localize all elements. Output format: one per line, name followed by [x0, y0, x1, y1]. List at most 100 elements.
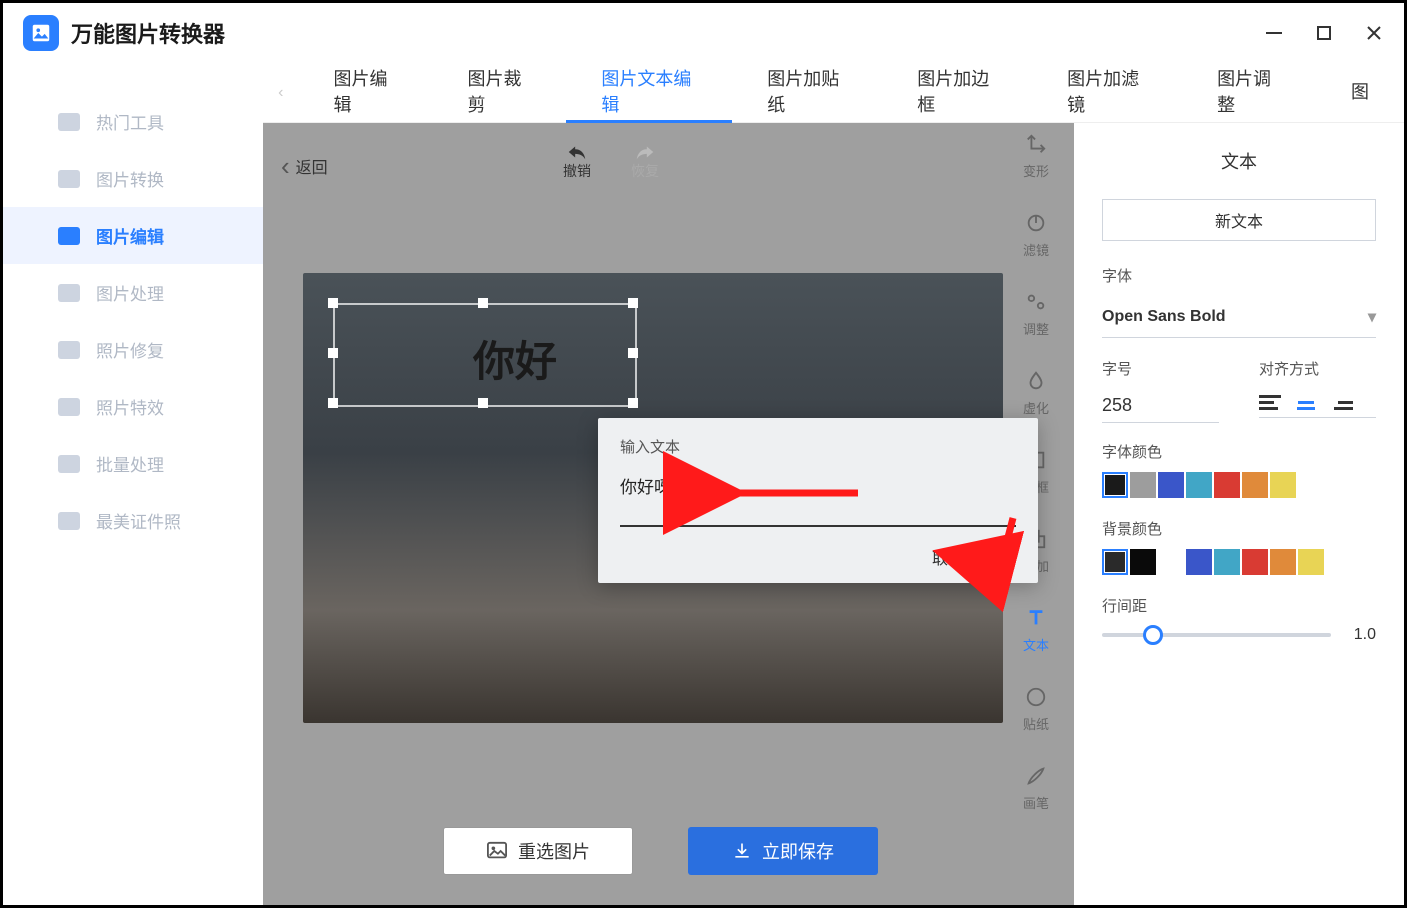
color-swatch[interactable]	[1102, 549, 1128, 575]
dialog-title: 输入文本	[620, 436, 1016, 457]
undo-redo-group: 撤销 恢复	[563, 143, 659, 181]
undo-label: 撤销	[563, 161, 591, 181]
sidebar-item-hot[interactable]: 热门工具	[3, 93, 263, 150]
color-swatch[interactable]	[1298, 549, 1324, 575]
sidebar-label: 图片编辑	[96, 223, 164, 248]
sidebar-label: 热门工具	[96, 109, 164, 134]
slider-thumb[interactable]	[1143, 625, 1163, 645]
reselect-button[interactable]: 重选图片	[443, 827, 633, 875]
transform-icon	[1025, 133, 1047, 155]
chevron-down-icon: ▾	[1368, 307, 1376, 327]
batch-icon	[58, 455, 80, 473]
bg-color-label: 背景颜色	[1102, 518, 1376, 539]
tool-sticker[interactable]: 贴纸	[1023, 686, 1049, 733]
tab-crop[interactable]: 图片裁剪	[432, 63, 566, 123]
sidebar-item-process[interactable]: 图片处理	[3, 264, 263, 321]
tab-more[interactable]: 图	[1316, 63, 1404, 123]
sidebar-item-idphoto[interactable]: 最美证件照	[3, 492, 263, 549]
tool-brush[interactable]: 画笔	[1023, 765, 1049, 812]
tab-scroll-left[interactable]: ‹	[263, 84, 299, 102]
bg-color-swatches	[1102, 549, 1376, 575]
tab-sticker[interactable]: 图片加贴纸	[732, 63, 882, 123]
hot-icon	[58, 113, 80, 131]
sidebar-item-repair[interactable]: 照片修复	[3, 321, 263, 378]
redo-icon	[634, 143, 656, 161]
undo-button[interactable]: 撤销	[563, 143, 591, 181]
tab-adjust[interactable]: 图片调整	[1182, 63, 1316, 123]
dialog-cancel-button[interactable]: 取消	[932, 545, 964, 569]
font-label: 字体	[1102, 265, 1376, 286]
sidebar-label: 最美证件照	[96, 508, 181, 533]
brush-icon	[1025, 765, 1047, 787]
right-panel: 文本 新文本 字体 Open Sans Bold ▾ 字号 258 对齐方式 字…	[1074, 123, 1404, 905]
tool-adjust[interactable]: 调整	[1023, 291, 1049, 338]
app-logo	[23, 15, 59, 51]
font-select[interactable]: Open Sans Bold ▾	[1102, 296, 1376, 338]
sidebar-item-edit[interactable]: 图片编辑	[3, 207, 263, 264]
edit-icon	[58, 227, 80, 245]
font-color-label: 字体颜色	[1102, 441, 1376, 462]
tab-text[interactable]: 图片文本编辑	[566, 63, 732, 123]
line-spacing-slider[interactable]	[1102, 633, 1331, 637]
redo-label: 恢复	[631, 161, 659, 181]
close-button[interactable]	[1364, 23, 1384, 43]
adjust-icon	[1025, 291, 1047, 313]
tab-filter[interactable]: 图片加滤镜	[1032, 63, 1182, 123]
back-button[interactable]: 返回	[281, 153, 328, 179]
tab-edit[interactable]: 图片编辑	[299, 63, 433, 123]
line-spacing-value: 1.0	[1346, 626, 1376, 644]
save-button[interactable]: 立即保存	[688, 827, 878, 875]
sticker-icon	[1025, 686, 1047, 708]
tab-border[interactable]: 图片加边框	[882, 63, 1032, 123]
tool-transform[interactable]: 变形	[1023, 133, 1049, 180]
blur-icon	[1025, 370, 1047, 392]
sidebar-item-batch[interactable]: 批量处理	[3, 435, 263, 492]
back-label: 返回	[296, 154, 328, 178]
bottom-buttons: 重选图片 立即保存	[443, 827, 878, 875]
tool-filter[interactable]: 滤镜	[1023, 212, 1049, 259]
color-swatch[interactable]	[1186, 549, 1212, 575]
text-icon	[1025, 607, 1047, 629]
panel-title: 文本	[1102, 148, 1376, 174]
color-swatch[interactable]	[1102, 472, 1128, 498]
canvas-text[interactable]: 你好	[473, 328, 557, 389]
tool-blur[interactable]: 虚化	[1023, 370, 1049, 417]
color-swatch[interactable]	[1270, 472, 1296, 498]
align-left-button[interactable]	[1259, 395, 1281, 411]
effect-icon	[58, 398, 80, 416]
filter-icon	[1025, 212, 1047, 234]
color-swatch[interactable]	[1270, 549, 1296, 575]
convert-icon	[58, 170, 80, 188]
undo-icon	[566, 143, 588, 161]
sidebar-label: 照片特效	[96, 394, 164, 419]
download-icon	[732, 841, 752, 861]
sidebar-item-effect[interactable]: 照片特效	[3, 378, 263, 435]
redo-button[interactable]: 恢复	[631, 143, 659, 181]
size-label: 字号	[1102, 358, 1219, 379]
color-swatch[interactable]	[1130, 549, 1156, 575]
tool-text[interactable]: 文本	[1023, 607, 1049, 654]
process-icon	[58, 284, 80, 302]
reselect-label: 重选图片	[518, 838, 590, 864]
color-swatch[interactable]	[1214, 549, 1240, 575]
color-swatch[interactable]	[1130, 472, 1156, 498]
minimize-button[interactable]	[1264, 23, 1284, 43]
new-text-button[interactable]: 新文本	[1102, 199, 1376, 241]
align-right-button[interactable]	[1331, 395, 1353, 411]
image-icon	[486, 841, 508, 861]
annotation-arrow	[988, 513, 1028, 588]
titlebar: 万能图片转换器	[3, 3, 1404, 63]
sidebar-item-convert[interactable]: 图片转换	[3, 150, 263, 207]
size-input[interactable]: 258	[1102, 389, 1219, 423]
align-center-button[interactable]	[1295, 395, 1317, 411]
color-swatch[interactable]	[1242, 549, 1268, 575]
repair-icon	[58, 341, 80, 359]
color-swatch[interactable]	[1214, 472, 1240, 498]
sidebar-label: 批量处理	[96, 451, 164, 476]
color-swatch[interactable]	[1186, 472, 1212, 498]
idphoto-icon	[58, 512, 80, 530]
color-swatch[interactable]	[1242, 472, 1268, 498]
maximize-button[interactable]	[1314, 23, 1334, 43]
color-swatch[interactable]	[1158, 472, 1184, 498]
sidebar: 热门工具 图片转换 图片编辑 图片处理 照片修复 照片特效 批量处理 最美证件照	[3, 63, 263, 905]
